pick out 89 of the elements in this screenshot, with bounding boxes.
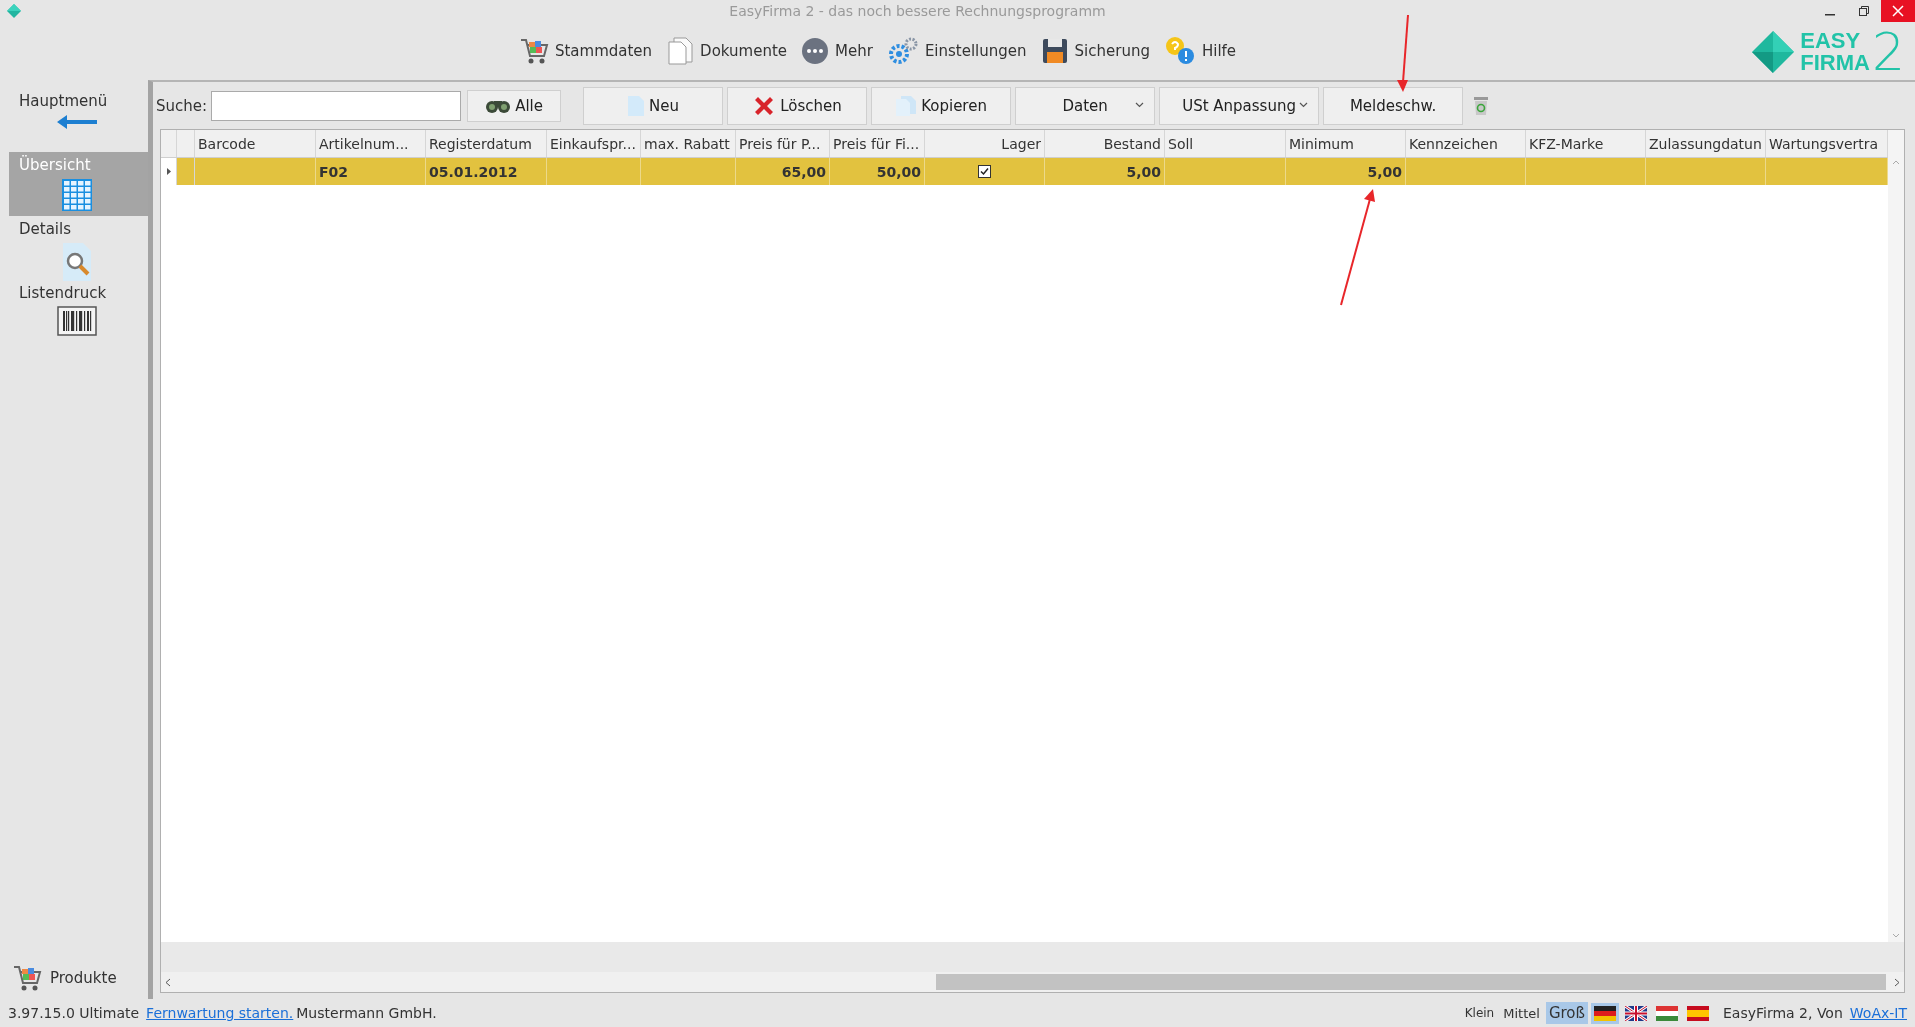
document-icon [627,95,646,117]
floppy-icon [1040,37,1069,65]
binoculars-icon [485,99,512,113]
sidebar-label: Übersicht [19,156,92,174]
nav-item[interactable]: Stammdaten [518,36,653,66]
search-field[interactable] [211,91,462,121]
sidebar-label: Details [19,220,72,238]
sidebar-item[interactable]: Details [9,216,148,280]
column-header[interactable]: Barcode [195,130,316,157]
column-header[interactable]: Registerdatum [426,130,547,157]
cart-icon [12,963,42,993]
size-option[interactable]: Klein [1461,1004,1498,1022]
show-all-button[interactable]: Alle [467,90,562,122]
company-text: Mustermann GmbH. [296,1005,437,1021]
more-icon [801,37,829,65]
table-cell: F02 [316,158,426,185]
sidebar-label: Hauptmenü [19,92,109,110]
restore-icon [1859,6,1869,16]
caret-icon [1299,102,1309,108]
table-cell: 50,00 [830,158,925,185]
column-header[interactable]: Kennzeichen [1406,130,1526,157]
gear-icon [886,36,919,66]
row-pointer-icon [166,168,171,175]
toolbar-button[interactable]: Daten [1015,87,1156,125]
cart-icon [518,36,549,66]
column-header[interactable]: Artikelnum... [316,130,426,157]
size-option[interactable]: Groß [1545,1002,1588,1024]
caret-icon [1135,102,1145,108]
table-row[interactable]: F02 05.01.2012 65,00 50,00 5,00 5,00 [161,158,1888,185]
search-label: Suche: [156,97,208,115]
copy-icon [895,95,918,117]
documents-icon [666,36,695,66]
close-button[interactable] [1881,0,1915,22]
scroll-left-icon[interactable] [165,977,171,987]
language-flag[interactable] [1590,1002,1619,1024]
column-header[interactable]: Preis für P... [736,130,830,157]
column-header[interactable]: Soll [1165,130,1286,157]
table-cell: 05.01.2012 [426,158,547,185]
column-header[interactable]: Lager [925,130,1045,157]
nav-item[interactable]: Hilfe [1163,36,1237,66]
sidebar-item[interactable]: Listendruck [9,280,148,344]
scroll-right-icon[interactable] [1894,977,1900,987]
nav-item[interactable]: Dokumente [666,36,787,66]
german-flag-icon [1593,1005,1616,1021]
logo-text: EASY [1800,30,1862,52]
toolbar-button[interactable]: Kopieren [871,87,1012,125]
vendor-link[interactable]: WoAx-IT [1849,1005,1907,1021]
logo-mark: 2 [1871,28,1905,76]
toolbar-button[interactable]: Neu [583,87,724,125]
column-header[interactable]: Zulassungdatun [1646,130,1766,157]
magnifier-document-icon [60,242,93,282]
close-icon [1892,5,1904,17]
nav-item[interactable]: Mehr [801,36,873,66]
recycle-bin-icon[interactable] [1473,96,1490,116]
module-label: Produkte [50,969,117,987]
table-cell: 5,00 [1045,158,1165,185]
spanish-flag-icon [1686,1005,1709,1021]
column-header[interactable]: KFZ-Marke [1526,130,1646,157]
column-header[interactable]: Einkaufspr... [547,130,641,157]
toolbar-button[interactable]: Löschen [727,87,868,125]
help-icon [1163,36,1196,66]
logo-text: FIRMA [1800,52,1870,74]
sidebar-label: Listendruck [19,284,108,302]
barcode-icon [56,306,97,336]
column-header[interactable]: Bestand [1045,130,1165,157]
table-cell: 5,00 [1286,158,1406,185]
checkbox[interactable] [978,165,991,178]
back-arrow-icon [56,114,97,130]
credit-text: EasyFirma 2, Von [1722,1005,1843,1021]
horizontal-scrollbar[interactable] [161,972,1904,992]
size-option[interactable]: Mittel [1500,1003,1543,1023]
table-cell: 65,00 [736,158,830,185]
app-icon [6,3,22,19]
toolbar-button[interactable]: Meldeschw. [1323,87,1464,125]
nav-item[interactable]: Einstellungen [886,36,1027,66]
sidebar-item[interactable]: Hauptmenü [9,88,148,152]
table-icon [60,178,93,212]
minimize-icon [1825,14,1835,16]
nav-item[interactable]: Sicherung [1040,36,1150,66]
remote-link[interactable]: Fernwartung starten. [146,1005,294,1021]
column-header[interactable]: Preis für Fi... [830,130,925,157]
british-flag-icon [1624,1005,1647,1021]
column-header[interactable]: Minimum [1286,130,1406,157]
diamond-logo-icon [1750,29,1797,75]
hungarian-flag-icon [1655,1005,1678,1021]
window-title: EasyFirma 2 - das noch bessere Rechnungsprogramm [728,3,1107,19]
column-header[interactable]: max. Rabatt [641,130,736,157]
toolbar-button[interactable]: USt Anpassung [1159,87,1320,125]
version-text: 3.97.15.0 Ultimate [8,1005,140,1021]
